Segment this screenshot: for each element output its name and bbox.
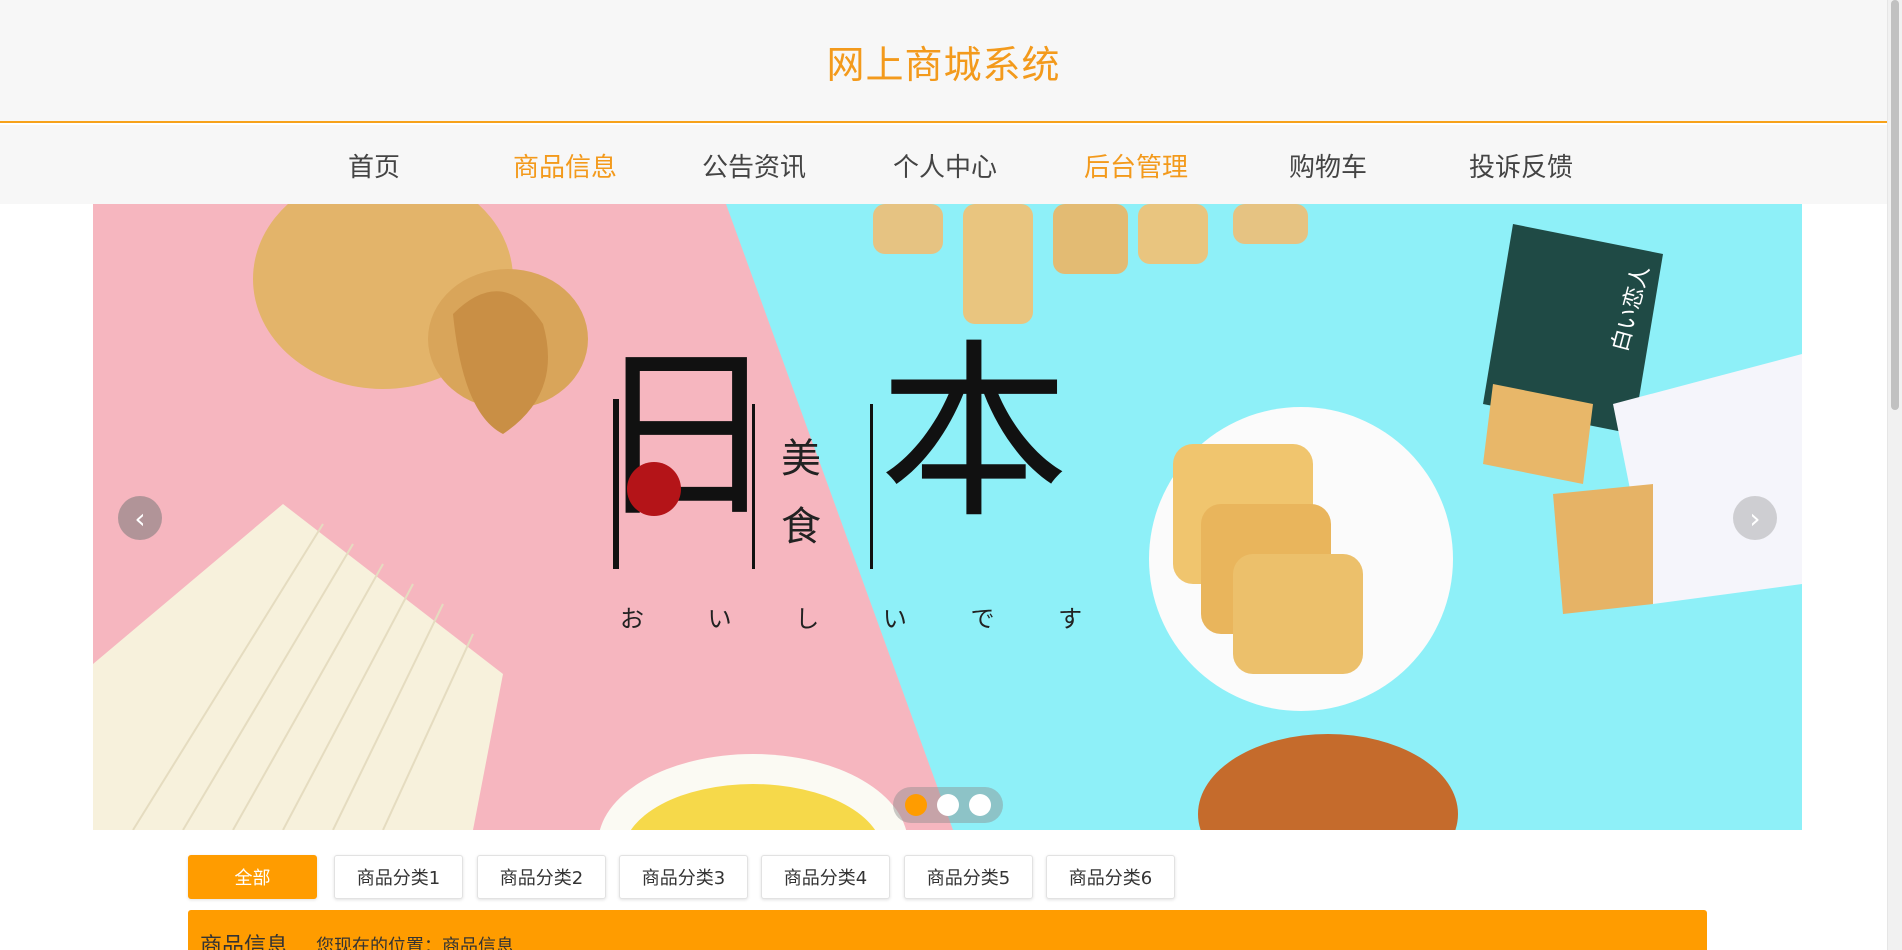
nav-item-home[interactable]: 首页: [304, 147, 444, 184]
section-title: 商品信息: [200, 934, 289, 950]
nav-item-profile[interactable]: 个人中心: [875, 147, 1015, 184]
main-nav: 首页 商品信息 公告资讯 个人中心 后台管理 购物车 投诉反馈: [0, 125, 1887, 204]
category-tab-5[interactable]: 商品分类5: [904, 855, 1033, 899]
banner-red-circle: [627, 462, 681, 516]
section-header: 商品信息 您现在的位置：商品信息: [188, 910, 1707, 950]
banner-char-mei: 美: [781, 436, 821, 482]
site-title: 网上商城系统: [826, 43, 1061, 87]
banner-divider-left: [752, 404, 755, 569]
banner-char-ben: 本: [879, 323, 1070, 544]
nav-item-feedback[interactable]: 投诉反馈: [1451, 147, 1591, 184]
carousel-indicators: [893, 787, 1003, 823]
banner-char-shi: 食: [781, 504, 821, 550]
site-header: 网上商城系统: [0, 0, 1887, 123]
category-tab-2[interactable]: 商品分类2: [477, 855, 606, 899]
nav-item-news[interactable]: 公告资讯: [684, 147, 824, 184]
chevron-left-icon: ‹: [134, 501, 146, 535]
chevron-right-icon: ›: [1749, 501, 1761, 535]
category-tab-3[interactable]: 商品分类3: [619, 855, 748, 899]
banner-divider-right: [870, 404, 873, 569]
carousel-prev-button[interactable]: ‹: [118, 496, 162, 540]
carousel-banner[interactable]: 日 美 食 本 お い し い で す 白い恋人: [93, 204, 1802, 830]
page-scrollbar[interactable]: [1887, 0, 1902, 950]
carousel-dot-3[interactable]: [969, 794, 991, 816]
scrollbar-thumb[interactable]: [1891, 0, 1899, 410]
category-tab-1[interactable]: 商品分类1: [334, 855, 463, 899]
nav-item-products[interactable]: 商品信息: [495, 147, 635, 184]
carousel-dot-2[interactable]: [937, 794, 959, 816]
banner-char-ri: 日: [593, 328, 778, 544]
category-tab-4[interactable]: 商品分类4: [761, 855, 890, 899]
category-tab-6[interactable]: 商品分类6: [1046, 855, 1175, 899]
nav-item-admin[interactable]: 后台管理: [1066, 147, 1206, 184]
page: 网上商城系统 首页 商品信息 公告资讯 个人中心 后台管理 购物车 投诉反馈 日…: [0, 0, 1902, 950]
carousel-dot-1[interactable]: [905, 794, 927, 816]
breadcrumb: 您现在的位置：商品信息: [316, 936, 514, 950]
banner-subtitle: お い し い で す: [620, 605, 1111, 633]
carousel-next-button[interactable]: ›: [1733, 496, 1777, 540]
nav-item-cart[interactable]: 购物车: [1258, 147, 1398, 184]
category-tab-all[interactable]: 全部: [188, 855, 317, 899]
